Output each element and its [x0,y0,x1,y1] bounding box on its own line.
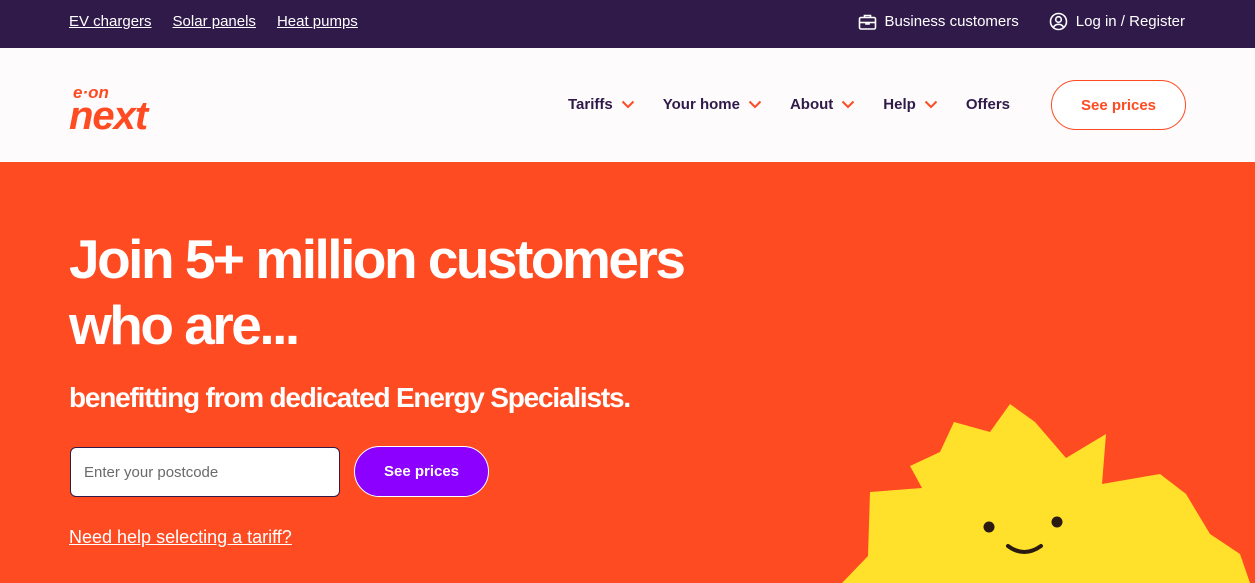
nav-about-label: About [789,96,834,113]
nav-tariffs-label: Tariffs [568,96,613,113]
header-see-prices-button[interactable]: See prices [1051,80,1186,130]
nav-tariffs[interactable]: Tariffs [568,96,635,113]
chevron-down-icon [621,96,635,113]
nav-your-home-label: Your home [662,96,740,113]
business-customers-label: Business customers [884,13,1019,30]
main-header: e·on next Tariffs Your home About Help O… [0,48,1255,162]
sun-eye-right [1051,516,1063,528]
top-utility-bar: EV chargers Solar panels Heat pumps Busi… [0,0,1255,48]
solar-panels-link[interactable]: Solar panels [173,13,256,30]
nav-your-home[interactable]: Your home [663,96,762,113]
tariff-help-link[interactable]: Need help selecting a tariff? [69,527,292,548]
nav-offers[interactable]: Offers [966,96,1010,113]
hero-headline: Join 5+ million customers who are... [69,228,686,356]
hero-section: Join 5+ million customers who are... ben… [0,162,1255,583]
business-customers-link[interactable]: Business customers [858,13,1019,31]
nav-help[interactable]: Help [883,96,938,113]
top-links: EV chargers Solar panels Heat pumps [69,13,358,30]
nav-about[interactable]: About [790,96,855,113]
chevron-down-icon [924,96,938,113]
ev-chargers-link[interactable]: EV chargers [69,13,152,30]
eon-next-logo[interactable]: e·on next [69,82,185,138]
login-register-label: Log in / Register [1075,13,1185,30]
briefcase-icon [858,13,877,31]
logo-main-text: next [69,94,150,134]
login-register-link[interactable]: Log in / Register [1049,12,1185,31]
main-nav: Tariffs Your home About Help Offers [568,96,1010,113]
user-circle-icon [1049,12,1068,31]
sun-mascot-illustration [830,394,1255,583]
postcode-input[interactable] [70,447,340,497]
top-right-links: Business customers Log in / Register [858,12,1185,31]
hero-subheadline: benefitting from dedicated Energy Specia… [69,382,631,413]
heat-pumps-link[interactable]: Heat pumps [277,13,358,30]
hero-see-prices-button[interactable]: See prices [354,446,489,497]
nav-offers-label: Offers [965,96,1010,113]
chevron-down-icon [748,96,762,113]
nav-help-label: Help [883,96,916,113]
sun-eye-left [983,521,995,533]
chevron-down-icon [841,96,855,113]
